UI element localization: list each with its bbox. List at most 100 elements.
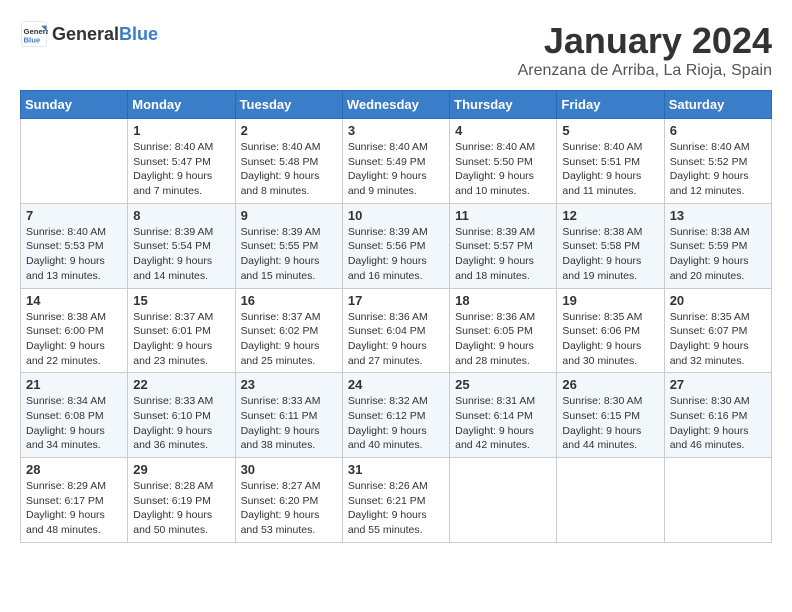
day-number: 7 — [26, 208, 122, 223]
day-info: Sunrise: 8:39 AM Sunset: 5:55 PM Dayligh… — [241, 225, 337, 284]
day-info: Sunrise: 8:40 AM Sunset: 5:51 PM Dayligh… — [562, 140, 658, 199]
calendar-cell: 19 Sunrise: 8:35 AM Sunset: 6:06 PM Dayli… — [557, 288, 664, 373]
day-info: Sunrise: 8:35 AM Sunset: 6:06 PM Dayligh… — [562, 310, 658, 369]
calendar-cell: 11Sunrise: 8:39 AM Sunset: 5:57 PM Dayli… — [450, 203, 557, 288]
day-info: Sunrise: 8:39 AM Sunset: 5:57 PM Dayligh… — [455, 225, 551, 284]
day-number: 27 — [670, 377, 766, 392]
column-header-thursday: Thursday — [450, 91, 557, 119]
calendar-cell: 17 Sunrise: 8:36 AM Sunset: 6:04 PM Dayli… — [342, 288, 449, 373]
calendar-cell: 26Sunrise: 8:30 AM Sunset: 6:15 PM Dayli… — [557, 373, 664, 458]
day-info: Sunrise: 8:33 AM Sunset: 6:10 PM Dayligh… — [133, 394, 229, 453]
calendar-cell: 8 Sunrise: 8:39 AM Sunset: 5:54 PM Daylig… — [128, 203, 235, 288]
calendar-cell: 2 Sunrise: 8:40 AM Sunset: 5:48 PM Daylig… — [235, 119, 342, 204]
day-info: Sunrise: 8:38 AM Sunset: 5:59 PM Dayligh… — [670, 225, 766, 284]
day-number: 21 — [26, 377, 122, 392]
day-number: 13 — [670, 208, 766, 223]
column-header-tuesday: Tuesday — [235, 91, 342, 119]
logo-general: General — [52, 24, 119, 45]
day-info: Sunrise: 8:32 AM Sunset: 6:12 PM Dayligh… — [348, 394, 444, 453]
week-row-5: 28 Sunrise: 8:29 AM Sunset: 6:17 PM Dayli… — [21, 458, 772, 543]
header: General Blue General Blue January 2024 A… — [20, 20, 772, 80]
day-number: 5 — [562, 123, 658, 138]
day-number: 15 — [133, 293, 229, 308]
calendar-cell — [21, 119, 128, 204]
calendar-cell: 5 Sunrise: 8:40 AM Sunset: 5:51 PM Daylig… — [557, 119, 664, 204]
calendar-cell: 29 Sunrise: 8:28 AM Sunset: 6:19 PM Dayli… — [128, 458, 235, 543]
day-info: Sunrise: 8:33 AM Sunset: 6:11 PM Dayligh… — [241, 394, 337, 453]
column-header-friday: Friday — [557, 91, 664, 119]
day-number: 12 — [562, 208, 658, 223]
week-row-4: 21 Sunrise: 8:34 AM Sunset: 6:08 PM Dayli… — [21, 373, 772, 458]
day-number: 4 — [455, 123, 551, 138]
day-number: 14 — [26, 293, 122, 308]
day-number: 22 — [133, 377, 229, 392]
calendar-cell: 31Sunrise: 8:26 AM Sunset: 6:21 PM Dayli… — [342, 458, 449, 543]
day-info: Sunrise: 8:38 AM Sunset: 5:58 PM Dayligh… — [562, 225, 658, 284]
day-info: Sunrise: 8:40 AM Sunset: 5:53 PM Dayligh… — [26, 225, 122, 284]
day-info: Sunrise: 8:37 AM Sunset: 6:02 PM Dayligh… — [241, 310, 337, 369]
calendar-cell: 18 Sunrise: 8:36 AM Sunset: 6:05 PM Dayli… — [450, 288, 557, 373]
day-number: 17 — [348, 293, 444, 308]
day-info: Sunrise: 8:26 AM Sunset: 6:21 PM Dayligh… — [348, 479, 444, 538]
day-info: Sunrise: 8:36 AM Sunset: 6:04 PM Dayligh… — [348, 310, 444, 369]
day-number: 28 — [26, 462, 122, 477]
calendar-cell: 20Sunrise: 8:35 AM Sunset: 6:07 PM Dayli… — [664, 288, 771, 373]
calendar-cell — [664, 458, 771, 543]
calendar-cell: 14Sunrise: 8:38 AM Sunset: 6:00 PM Dayli… — [21, 288, 128, 373]
day-info: Sunrise: 8:27 AM Sunset: 6:20 PM Dayligh… — [241, 479, 337, 538]
day-info: Sunrise: 8:34 AM Sunset: 6:08 PM Dayligh… — [26, 394, 122, 453]
calendar-table: SundayMondayTuesdayWednesdayThursdayFrid… — [20, 90, 772, 543]
calendar-cell: 15 Sunrise: 8:37 AM Sunset: 6:01 PM Dayli… — [128, 288, 235, 373]
logo-blue: Blue — [119, 24, 158, 45]
day-info: Sunrise: 8:31 AM Sunset: 6:14 PM Dayligh… — [455, 394, 551, 453]
day-info: Sunrise: 8:40 AM Sunset: 5:48 PM Dayligh… — [241, 140, 337, 199]
title-area: January 2024 Arenzana de Arriba, La Rioj… — [518, 20, 772, 80]
day-info: Sunrise: 8:37 AM Sunset: 6:01 PM Dayligh… — [133, 310, 229, 369]
day-info: Sunrise: 8:40 AM Sunset: 5:52 PM Dayligh… — [670, 140, 766, 199]
day-info: Sunrise: 8:39 AM Sunset: 5:56 PM Dayligh… — [348, 225, 444, 284]
week-row-1: 1Sunrise: 8:40 AM Sunset: 5:47 PM Daylig… — [21, 119, 772, 204]
calendar-cell: 12 Sunrise: 8:38 AM Sunset: 5:58 PM Dayli… — [557, 203, 664, 288]
day-number: 16 — [241, 293, 337, 308]
calendar-cell: 6 Sunrise: 8:40 AM Sunset: 5:52 PM Daylig… — [664, 119, 771, 204]
week-row-3: 14Sunrise: 8:38 AM Sunset: 6:00 PM Dayli… — [21, 288, 772, 373]
day-number: 20 — [670, 293, 766, 308]
day-number: 9 — [241, 208, 337, 223]
day-number: 10 — [348, 208, 444, 223]
day-number: 3 — [348, 123, 444, 138]
week-row-2: 7 Sunrise: 8:40 AM Sunset: 5:53 PM Daylig… — [21, 203, 772, 288]
day-number: 26 — [562, 377, 658, 392]
day-number: 24 — [348, 377, 444, 392]
day-number: 29 — [133, 462, 229, 477]
column-header-saturday: Saturday — [664, 91, 771, 119]
column-header-wednesday: Wednesday — [342, 91, 449, 119]
calendar-cell: 21 Sunrise: 8:34 AM Sunset: 6:08 PM Dayli… — [21, 373, 128, 458]
calendar-cell: 9 Sunrise: 8:39 AM Sunset: 5:55 PM Daylig… — [235, 203, 342, 288]
day-number: 8 — [133, 208, 229, 223]
day-info: Sunrise: 8:40 AM Sunset: 5:49 PM Dayligh… — [348, 140, 444, 199]
calendar-cell — [450, 458, 557, 543]
logo-icon: General Blue — [20, 20, 48, 48]
day-info: Sunrise: 8:36 AM Sunset: 6:05 PM Dayligh… — [455, 310, 551, 369]
calendar-cell: 23 Sunrise: 8:33 AM Sunset: 6:11 PM Dayli… — [235, 373, 342, 458]
calendar-cell: 1Sunrise: 8:40 AM Sunset: 5:47 PM Daylig… — [128, 119, 235, 204]
column-header-monday: Monday — [128, 91, 235, 119]
day-info: Sunrise: 8:29 AM Sunset: 6:17 PM Dayligh… — [26, 479, 122, 538]
day-number: 25 — [455, 377, 551, 392]
svg-text:Blue: Blue — [24, 35, 41, 44]
calendar-cell: 13 Sunrise: 8:38 AM Sunset: 5:59 PM Dayli… — [664, 203, 771, 288]
day-number: 30 — [241, 462, 337, 477]
day-number: 2 — [241, 123, 337, 138]
calendar-cell: 3 Sunrise: 8:40 AM Sunset: 5:49 PM Daylig… — [342, 119, 449, 204]
day-number: 23 — [241, 377, 337, 392]
day-number: 19 — [562, 293, 658, 308]
day-number: 18 — [455, 293, 551, 308]
day-number: 1 — [133, 123, 229, 138]
calendar-title: January 2024 — [518, 20, 772, 62]
day-number: 6 — [670, 123, 766, 138]
day-info: Sunrise: 8:40 AM Sunset: 5:50 PM Dayligh… — [455, 140, 551, 199]
calendar-cell: 16 Sunrise: 8:37 AM Sunset: 6:02 PM Dayli… — [235, 288, 342, 373]
day-info: Sunrise: 8:39 AM Sunset: 5:54 PM Dayligh… — [133, 225, 229, 284]
calendar-cell: 28 Sunrise: 8:29 AM Sunset: 6:17 PM Dayli… — [21, 458, 128, 543]
day-info: Sunrise: 8:28 AM Sunset: 6:19 PM Dayligh… — [133, 479, 229, 538]
